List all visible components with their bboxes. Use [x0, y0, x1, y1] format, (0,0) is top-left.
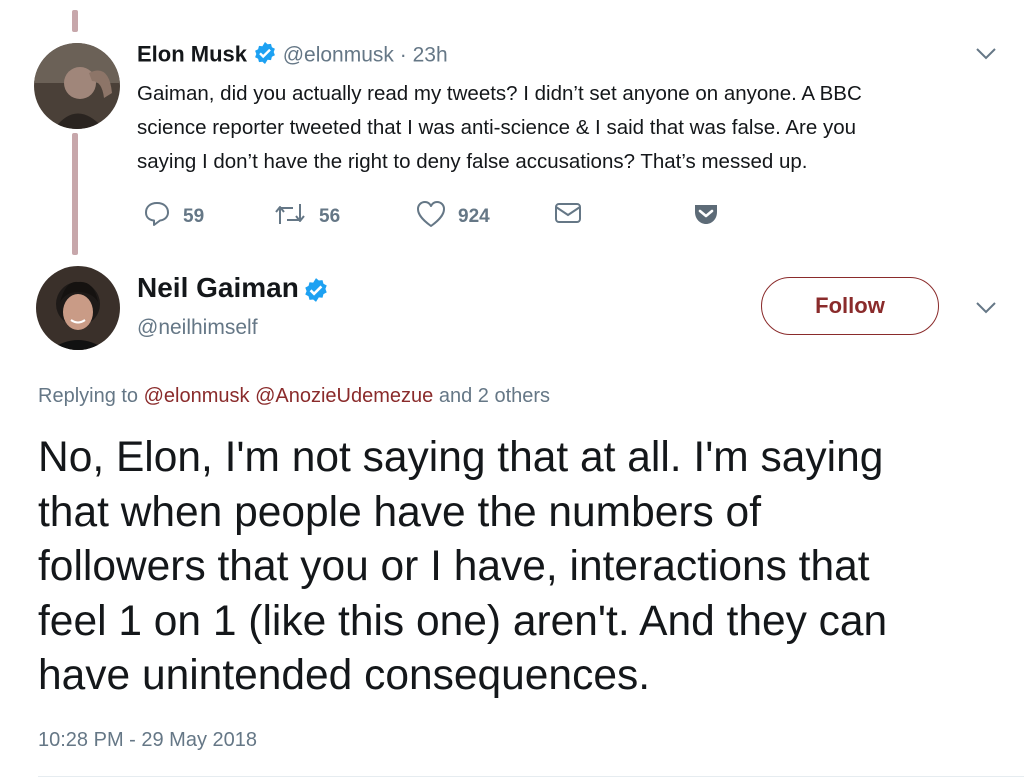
like-action[interactable]: 924 [416, 200, 490, 234]
divider [38, 776, 1024, 777]
tweet2-line: followers that you or I have, interactio… [38, 543, 870, 590]
chevron-down-icon[interactable] [975, 301, 997, 320]
tweet2-line: that when people have the numbers of [38, 488, 761, 536]
replying-prefix: Replying to [38, 385, 139, 407]
tweet2-line: No, Elon, I'm not saying that at all. I'… [38, 434, 884, 481]
like-icon [416, 200, 458, 234]
like-count: 924 [458, 206, 490, 227]
tweet2-header: Neil Gaiman [137, 272, 329, 308]
elon-avatar[interactable] [34, 43, 120, 129]
elon-name[interactable]: Elon Musk [137, 42, 247, 67]
tweet1-line: saying I don’t have the right to deny fa… [137, 150, 808, 173]
follow-button[interactable]: Follow [761, 277, 939, 335]
chevron-down-icon[interactable] [975, 47, 997, 66]
tweet1-line: science reporter tweeted that I was anti… [137, 116, 857, 139]
replying-suffix[interactable]: and 2 others [439, 385, 550, 407]
tweet1-time[interactable]: 23h [413, 44, 448, 67]
tweet2-text: No, Elon, I'm not saying that at all. I'… [38, 431, 887, 704]
retweet-action[interactable]: 56 [273, 200, 340, 234]
neil-handle[interactable]: @neilhimself [137, 316, 258, 340]
retweet-icon [273, 200, 319, 234]
tweet2-line: feel 1 on 1 (like this one) aren't. And … [38, 597, 888, 645]
pocket-action[interactable] [692, 200, 732, 234]
tweet1-text: Gaiman, did you actually read my tweets?… [137, 77, 862, 179]
neil-name[interactable]: Neil Gaiman [137, 272, 299, 303]
pocket-icon [692, 200, 732, 234]
reply-mention[interactable]: @elonmusk [144, 385, 250, 407]
reply-count: 59 [183, 206, 205, 227]
message-icon [553, 200, 595, 232]
neil-avatar[interactable] [36, 266, 120, 350]
elon-handle[interactable]: @elonmusk [283, 44, 394, 67]
replying-to: Replying to @elonmusk @AnozieUdemezue an… [38, 385, 550, 408]
header-separator: · [399, 43, 407, 67]
tweet1-line: Gaiman, did you actually read my tweets?… [137, 82, 862, 105]
reply-action[interactable]: 59 [143, 200, 204, 234]
tweet2-line: have unintended consequences. [38, 652, 651, 699]
verified-badge-icon [253, 41, 277, 71]
verified-badge-icon [303, 277, 329, 308]
reply-icon [143, 200, 183, 234]
thread-line-top [72, 10, 78, 32]
reply-mention[interactable]: @AnozieUdemezue [255, 385, 433, 407]
message-action[interactable] [553, 200, 595, 232]
thread-line-connector [72, 133, 78, 255]
tweet2-timestamp[interactable]: 10:28 PM - 29 May 2018 [38, 729, 257, 752]
tweet1-header: Elon Musk @elonmusk · 23h [137, 41, 448, 71]
retweet-count: 56 [319, 206, 341, 227]
